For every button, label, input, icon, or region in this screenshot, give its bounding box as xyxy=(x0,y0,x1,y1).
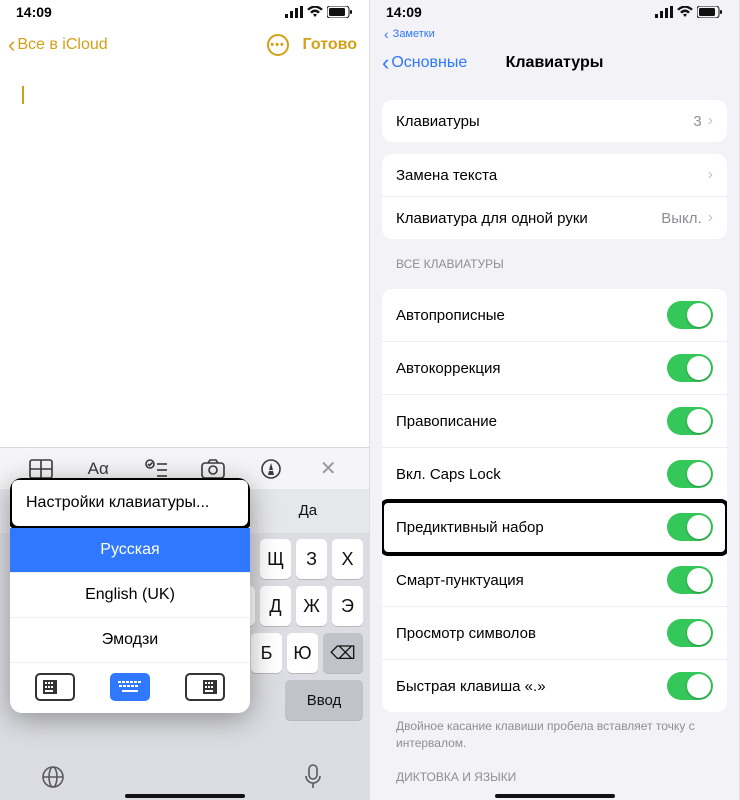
done-button[interactable]: Готово xyxy=(303,36,357,54)
cellular-icon xyxy=(655,6,673,18)
toggle-switch[interactable] xyxy=(667,619,713,647)
keyboard-dock-right-icon[interactable] xyxy=(185,673,225,701)
status-indicators xyxy=(655,6,723,18)
section-header-all-keyboards: ВСЕ КЛАВИАТУРЫ xyxy=(370,239,739,277)
status-indicators xyxy=(285,6,353,18)
keyboard-dock-full-icon[interactable] xyxy=(110,673,150,701)
row-label: Вкл. Caps Lock xyxy=(396,466,501,483)
toggle-switch[interactable] xyxy=(667,460,713,488)
row-label: Клавиатуры xyxy=(396,113,480,130)
more-button[interactable]: ••• xyxy=(267,34,289,56)
key-Ж[interactable]: Ж xyxy=(296,586,327,626)
key-Ю[interactable]: Ю xyxy=(287,633,318,673)
chevron-left-icon: ‹ xyxy=(384,26,389,42)
toggle-switch[interactable] xyxy=(667,407,713,435)
keyboard-option-english[interactable]: English (UK) xyxy=(10,573,250,618)
toggle-switch[interactable] xyxy=(667,513,713,541)
toggle-switch[interactable] xyxy=(667,566,713,594)
group-all-keyboards: Автопрописные Автокоррекция Правописание Вк… xyxy=(382,289,727,712)
row-label: Предиктивный набор xyxy=(396,519,544,536)
keyboard-option-russian[interactable]: Русская xyxy=(10,528,250,573)
row-toggle-4[interactable]: Предиктивный набор xyxy=(382,501,727,554)
row-keyboards[interactable]: Клавиатуры 3 › xyxy=(382,100,727,142)
battery-icon xyxy=(697,6,723,18)
key-Э[interactable]: Э xyxy=(332,586,363,626)
key-З[interactable]: З xyxy=(296,539,327,579)
page-title: Клавиатуры xyxy=(506,54,604,72)
toggle-switch[interactable] xyxy=(667,672,713,700)
keyboard-dock-left-icon[interactable] xyxy=(35,673,75,701)
battery-icon xyxy=(327,6,353,18)
settings-scroll[interactable]: Клавиатуры 3 › Замена текста › Клавиатура… xyxy=(370,88,739,800)
chevron-right-icon: › xyxy=(708,209,713,227)
backspace-key[interactable]: ⌫ xyxy=(323,633,363,673)
keyboard-layout-picker xyxy=(10,663,250,713)
enter-key[interactable]: Ввод xyxy=(285,680,363,720)
status-bar: 14:09 xyxy=(0,0,369,24)
mic-icon[interactable] xyxy=(303,764,329,790)
back-label: Основные xyxy=(391,54,467,72)
cellular-icon xyxy=(285,6,303,18)
settings-navbar: ‹ Основные Клавиатуры xyxy=(370,44,739,88)
keyboard-bottom-bar xyxy=(0,760,369,794)
row-text-replacement[interactable]: Замена текста › xyxy=(382,154,727,197)
key-Щ[interactable]: Щ xyxy=(260,539,291,579)
row-toggle-6[interactable]: Просмотр символов xyxy=(382,607,727,660)
row-toggle-2[interactable]: Правописание xyxy=(382,395,727,448)
row-label: Правописание xyxy=(396,413,497,430)
back-label: Все в iCloud xyxy=(17,36,107,54)
row-toggle-5[interactable]: Смарт-пунктуация xyxy=(382,554,727,607)
globe-icon[interactable] xyxy=(40,764,66,790)
toggle-switch[interactable] xyxy=(667,301,713,329)
row-value: Выкл. xyxy=(661,210,701,227)
row-label: Быстрая клавиша «.» xyxy=(396,678,546,695)
key-Б[interactable]: Б xyxy=(251,633,282,673)
row-toggle-7[interactable]: Быстрая клавиша «.» xyxy=(382,660,727,712)
markup-icon[interactable] xyxy=(258,456,284,482)
row-label: Просмотр символов xyxy=(396,625,536,642)
prediction-right[interactable]: Да xyxy=(247,498,369,524)
wifi-icon xyxy=(307,6,323,18)
chevron-right-icon: › xyxy=(708,112,713,130)
breadcrumb-label: Заметки xyxy=(393,28,435,40)
keyboard-switcher-menu: Настройки клавиатуры... Русская English … xyxy=(10,478,250,713)
status-bar: 14:09 xyxy=(370,0,739,24)
row-label: Автокоррекция xyxy=(396,360,500,377)
status-time: 14:09 xyxy=(386,4,422,20)
breadcrumb[interactable]: ‹ Заметки xyxy=(370,24,739,44)
home-indicator[interactable] xyxy=(495,794,615,798)
row-one-handed[interactable]: Клавиатура для одной руки Выкл. › xyxy=(382,197,727,239)
toggle-switch[interactable] xyxy=(667,354,713,382)
row-toggle-3[interactable]: Вкл. Caps Lock xyxy=(382,448,727,501)
keyboard-settings-item[interactable]: Настройки клавиатуры... xyxy=(10,478,250,530)
row-label: Замена текста xyxy=(396,167,497,184)
footer-shortcut-note: Двойное касание клавиши пробела вставляе… xyxy=(370,712,739,752)
notes-app-screen: 14:09 ‹ Все в iCloud ••• Готово Aα xyxy=(0,0,370,800)
keyboard-option-emoji[interactable]: Эмодзи xyxy=(10,618,250,663)
wifi-icon xyxy=(677,6,693,18)
group-keyboards: Клавиатуры 3 › xyxy=(382,100,727,142)
group-text: Замена текста › Клавиатура для одной рук… xyxy=(382,154,727,239)
row-toggle-1[interactable]: Автокоррекция xyxy=(382,342,727,395)
settings-back-button[interactable]: ‹ Основные xyxy=(382,50,467,76)
text-cursor xyxy=(22,86,24,104)
notes-back-button[interactable]: ‹ Все в iCloud xyxy=(8,32,108,58)
row-label: Автопрописные xyxy=(396,307,505,324)
note-body[interactable] xyxy=(0,68,369,448)
chevron-left-icon: ‹ xyxy=(8,32,15,58)
row-label: Смарт-пунктуация xyxy=(396,572,524,589)
chevron-right-icon: › xyxy=(708,166,713,184)
row-toggle-0[interactable]: Автопрописные xyxy=(382,289,727,342)
section-header-dictation: ДИКТОВКА И ЯЗЫКИ xyxy=(370,752,739,790)
status-time: 14:09 xyxy=(16,4,52,20)
chevron-left-icon: ‹ xyxy=(382,50,389,76)
key-Д[interactable]: Д xyxy=(260,586,291,626)
row-label: Клавиатура для одной руки xyxy=(396,210,588,227)
close-toolbar-icon[interactable]: ✕ xyxy=(315,456,341,482)
home-indicator[interactable] xyxy=(125,794,245,798)
notes-navbar: ‹ Все в iCloud ••• Готово xyxy=(0,24,369,68)
row-value: 3 xyxy=(693,113,701,130)
key-Х[interactable]: Х xyxy=(332,539,363,579)
settings-keyboards-screen: 14:09 ‹ Заметки ‹ Основные Клавиатуры Кл… xyxy=(370,0,740,800)
